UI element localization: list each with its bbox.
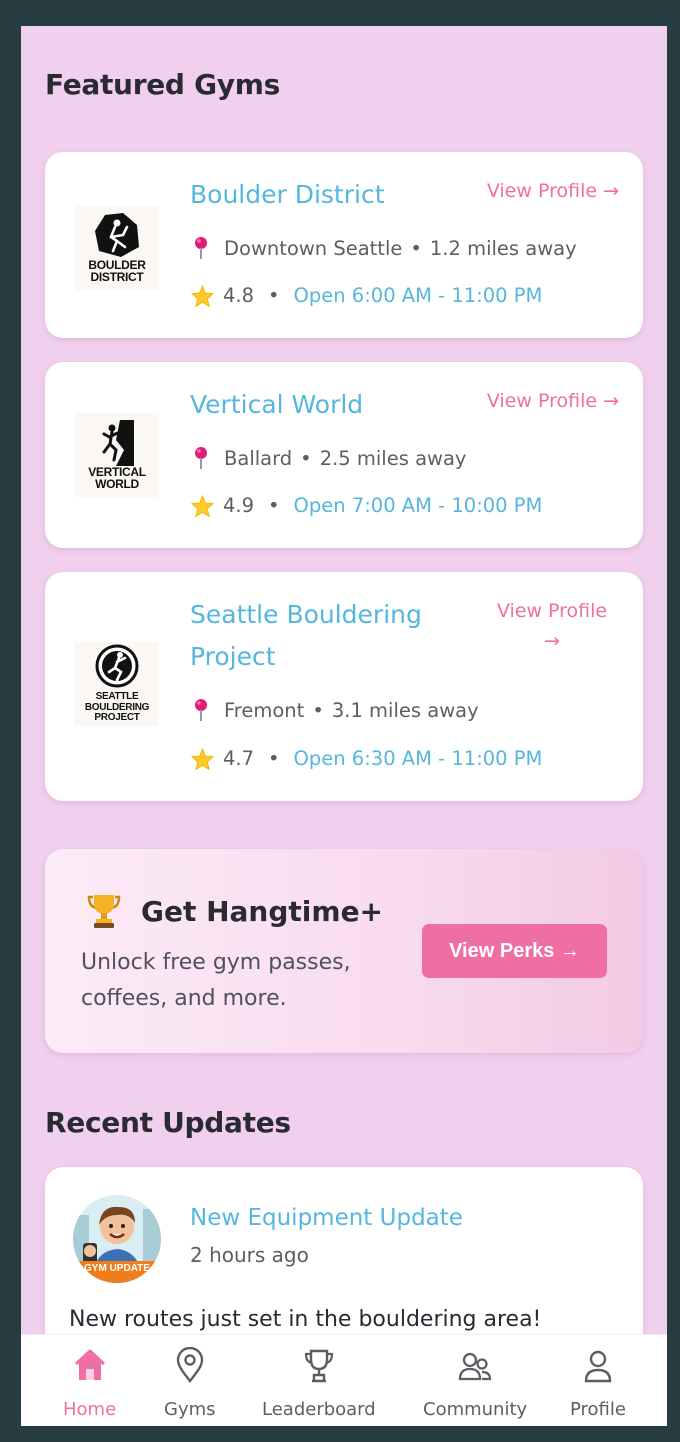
gym-logo-text: VERTICAL WORLD xyxy=(88,465,146,491)
nav-label: Home xyxy=(63,1399,117,1420)
gym-logo-text: BOULDER DISTRICT xyxy=(88,258,146,284)
gym-location-row: Downtown Seattle • 1.2 miles away xyxy=(190,236,577,260)
users-icon xyxy=(458,1352,492,1381)
update-body: New routes just set in the bouldering ar… xyxy=(69,1307,542,1332)
update-title[interactable]: New Equipment Update xyxy=(190,1205,463,1231)
nav-home[interactable]: Home xyxy=(63,1347,116,1420)
nav-label: Gyms xyxy=(164,1399,216,1420)
gym-rating-row: 4.7 • Open 6:30 AM - 11:00 PM xyxy=(190,747,542,770)
separator-dot: • xyxy=(300,446,312,470)
nav-label: Leaderboard xyxy=(262,1399,376,1420)
promo-title-row: Get Hangtime+ xyxy=(87,893,383,929)
gym-name[interactable]: Vertical World xyxy=(190,384,363,426)
nav-leaderboard[interactable]: Leaderboard xyxy=(262,1347,376,1420)
gym-hours: Open 7:00 AM - 10:00 PM xyxy=(293,494,543,517)
gym-hours: Open 6:00 AM - 11:00 PM xyxy=(293,284,543,307)
map-pin-icon xyxy=(190,446,212,470)
app-screen: Featured Gyms BOULDER DISTRICT Boulder D… xyxy=(21,26,667,1426)
climber-logo-icon xyxy=(102,420,134,466)
star-icon xyxy=(190,494,214,517)
gym-name[interactable]: Seattle Bouldering Project xyxy=(190,594,460,678)
gym-rating: 4.9 xyxy=(223,494,255,517)
gym-name[interactable]: Boulder District xyxy=(190,174,385,216)
map-pin-icon xyxy=(190,698,212,722)
gym-location: Ballard xyxy=(224,446,293,470)
gym-card-seattle-bouldering-project[interactable]: SEATTLE BOULDERING PROJECT Seattle Bould… xyxy=(45,572,643,801)
trophy-icon xyxy=(304,1349,333,1383)
view-perks-button[interactable]: View Perks → xyxy=(422,924,607,978)
gym-rating-row: 4.9 • Open 7:00 AM - 10:00 PM xyxy=(190,494,542,517)
gym-logo-text: SEATTLE BOULDERING PROJECT xyxy=(84,691,150,724)
nav-community[interactable]: Community xyxy=(423,1347,527,1420)
map-pin-icon xyxy=(176,1347,203,1383)
nav-profile[interactable]: Profile xyxy=(570,1347,626,1420)
map-pin-icon xyxy=(190,236,212,260)
featured-gyms-heading: Featured Gyms xyxy=(45,68,280,101)
star-icon xyxy=(190,747,214,770)
bottom-nav: Home Gyms Leaderboard Community Profile xyxy=(21,1334,667,1426)
gym-logo: SEATTLE BOULDERING PROJECT xyxy=(75,642,159,726)
gym-location-row: Fremont • 3.1 miles away xyxy=(190,698,479,722)
gym-rating-row: 4.8 • Open 6:00 AM - 11:00 PM xyxy=(190,284,542,307)
recent-updates-heading: Recent Updates xyxy=(45,1106,291,1139)
promo-title: Get Hangtime+ xyxy=(141,894,384,928)
separator-dot: • xyxy=(268,747,280,770)
gym-rating: 4.8 xyxy=(223,284,255,307)
view-profile-link[interactable]: View Profile → xyxy=(487,596,617,656)
star-icon xyxy=(190,284,214,307)
view-profile-link[interactable]: View Profile → xyxy=(487,386,619,416)
gym-hours: Open 6:30 AM - 11:00 PM xyxy=(293,747,543,770)
nav-gyms[interactable]: Gyms xyxy=(164,1347,216,1420)
hangtime-plus-promo: Get Hangtime+ Unlock free gym passes, co… xyxy=(45,849,643,1053)
gym-location: Downtown Seattle xyxy=(224,236,403,260)
avatar-badge-text: GYM UPDATE xyxy=(84,1263,150,1274)
gym-distance: 2.5 miles away xyxy=(319,446,467,470)
user-icon xyxy=(584,1350,612,1383)
nav-label: Community xyxy=(423,1399,528,1420)
nav-label: Profile xyxy=(570,1399,626,1420)
climber-logo-icon xyxy=(95,644,139,688)
gym-logo: VERTICAL WORLD xyxy=(75,413,159,497)
climber-logo-icon xyxy=(95,213,139,257)
separator-dot: • xyxy=(268,494,280,517)
separator-dot: • xyxy=(312,698,324,722)
gym-card-vertical-world[interactable]: VERTICAL WORLD Vertical World View Profi… xyxy=(45,362,643,548)
gym-logo: BOULDER DISTRICT xyxy=(75,206,159,290)
separator-dot: • xyxy=(410,236,422,260)
view-profile-link[interactable]: View Profile → xyxy=(487,176,619,206)
separator-dot: • xyxy=(268,284,280,307)
gym-distance: 3.1 miles away xyxy=(331,698,479,722)
update-timestamp: 2 hours ago xyxy=(190,1243,309,1267)
home-icon xyxy=(74,1349,105,1380)
gym-location: Fremont xyxy=(224,698,305,722)
trophy-icon xyxy=(87,893,121,929)
promo-description: Unlock free gym passes, coffees, and mor… xyxy=(81,950,351,1011)
gym-card-boulder-district[interactable]: BOULDER DISTRICT Boulder District View P… xyxy=(45,152,643,338)
gym-distance: 1.2 miles away xyxy=(429,236,577,260)
avatar: GYM UPDATE xyxy=(73,1195,161,1283)
gym-location-row: Ballard • 2.5 miles away xyxy=(190,446,466,470)
gym-rating: 4.7 xyxy=(223,747,255,770)
